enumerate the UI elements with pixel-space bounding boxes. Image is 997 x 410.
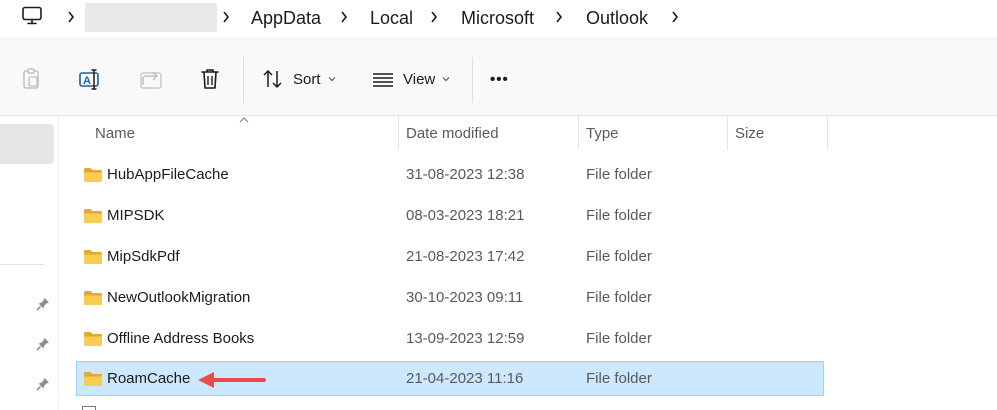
column-separator[interactable] — [827, 116, 828, 150]
file-type: File folder — [586, 248, 652, 265]
chevron-right-icon[interactable] — [66, 9, 76, 25]
folder-icon-partial — [82, 406, 96, 410]
chevron-down-icon — [442, 77, 450, 82]
rename-button[interactable]: A — [77, 65, 105, 93]
file-type: File folder — [586, 166, 652, 183]
this-pc-icon[interactable] — [21, 6, 43, 26]
navigation-pane — [0, 116, 62, 410]
pin-icon[interactable] — [36, 337, 50, 351]
chevron-right-icon[interactable] — [339, 9, 349, 25]
svg-text:A: A — [83, 75, 91, 87]
toolbar-divider — [472, 57, 473, 103]
pin-icon[interactable] — [36, 377, 50, 391]
file-type: File folder — [586, 207, 652, 224]
file-row-mipsdk[interactable]: MIPSDK 08-03-2023 18:21 File folder — [76, 198, 824, 233]
file-type: File folder — [586, 289, 652, 306]
folder-icon — [84, 372, 102, 386]
more-icon: ••• — [490, 70, 509, 88]
delete-button[interactable] — [196, 65, 224, 93]
file-date-modified: 21-04-2023 11:16 — [406, 370, 524, 387]
file-name: MIPSDK — [107, 207, 165, 224]
breadcrumb-redacted-user[interactable] — [85, 3, 217, 32]
folder-icon — [84, 332, 102, 346]
sort-menu-button[interactable]: Sort — [262, 63, 336, 95]
see-more-button[interactable]: ••• — [490, 63, 509, 95]
sort-icon — [263, 69, 282, 89]
rename-icon: A — [79, 69, 99, 90]
folder-icon — [84, 168, 102, 182]
file-name: HubAppFileCache — [107, 166, 229, 183]
file-type: File folder — [586, 370, 652, 387]
file-name: RoamCache — [107, 370, 191, 387]
chevron-right-icon[interactable] — [221, 9, 231, 25]
chevron-right-icon[interactable] — [554, 9, 564, 25]
share-icon — [140, 71, 162, 89]
nav-item-selected[interactable] — [0, 124, 54, 164]
folder-icon — [84, 209, 102, 223]
breadcrumb-microsoft[interactable]: Microsoft — [461, 7, 534, 29]
chevron-right-icon[interactable] — [670, 9, 680, 25]
nav-pane-splitter[interactable] — [58, 116, 59, 410]
chevron-down-icon — [328, 77, 335, 82]
file-date-modified: 31-08-2023 12:38 — [406, 166, 525, 183]
file-row-hubappfilecache[interactable]: HubAppFileCache 31-08-2023 12:38 File fo… — [76, 157, 824, 192]
paste-button[interactable] — [17, 65, 45, 93]
column-header-name[interactable]: Name — [95, 116, 395, 150]
folder-icon — [84, 291, 102, 305]
sort-label: Sort — [293, 70, 321, 88]
file-date-modified: 08-03-2023 18:21 — [406, 207, 525, 224]
annotation-arrow-icon — [198, 372, 266, 388]
view-label: View — [403, 70, 436, 88]
breadcrumb-appdata[interactable]: AppData — [251, 7, 321, 29]
file-date-modified: 21-08-2023 17:42 — [406, 248, 525, 265]
pin-icon[interactable] — [36, 297, 50, 311]
command-bar: A Sort View ••• — [0, 38, 997, 116]
toolbar-divider — [243, 57, 244, 103]
folder-icon — [84, 250, 102, 264]
column-header-row: Name Date modified Type Size — [62, 116, 997, 150]
nav-divider — [0, 264, 44, 265]
file-name: MipSdkPdf — [107, 248, 180, 265]
file-row-roamcache[interactable]: RoamCache 21-04-2023 11:16 File folder — [76, 361, 824, 396]
address-bar: AppData Local Microsoft Outlook — [0, 0, 997, 38]
file-date-modified: 13-09-2023 12:59 — [406, 330, 525, 347]
file-date-modified: 30-10-2023 09:11 — [406, 289, 524, 306]
breadcrumb-local[interactable]: Local — [370, 7, 413, 29]
column-separator[interactable] — [727, 116, 728, 150]
breadcrumb-outlook[interactable]: Outlook — [586, 7, 648, 29]
file-name: Offline Address Books — [107, 330, 255, 347]
view-icon — [373, 73, 393, 87]
file-name: NewOutlookMigration — [107, 289, 251, 306]
clipboard-icon — [23, 68, 39, 89]
column-header-type[interactable]: Type — [586, 116, 726, 150]
file-explorer-window: AppData Local Microsoft Outlook A Sort V… — [0, 0, 997, 410]
file-row-newoutlookmigration[interactable]: NewOutlookMigration 30-10-2023 09:11 Fil… — [76, 280, 824, 315]
share-button[interactable] — [137, 65, 165, 93]
column-header-size[interactable]: Size — [735, 116, 825, 150]
column-separator[interactable] — [398, 116, 399, 150]
trash-icon — [201, 69, 219, 89]
file-row-offline-address-books[interactable]: Offline Address Books 13-09-2023 12:59 F… — [76, 321, 824, 356]
column-separator[interactable] — [578, 116, 579, 150]
chevron-right-icon[interactable] — [429, 9, 439, 25]
column-header-date[interactable]: Date modified — [406, 116, 576, 150]
file-row-mipsdkpdf[interactable]: MipSdkPdf 21-08-2023 17:42 File folder — [76, 239, 824, 274]
file-type: File folder — [586, 330, 652, 347]
view-menu-button[interactable]: View — [372, 63, 450, 95]
